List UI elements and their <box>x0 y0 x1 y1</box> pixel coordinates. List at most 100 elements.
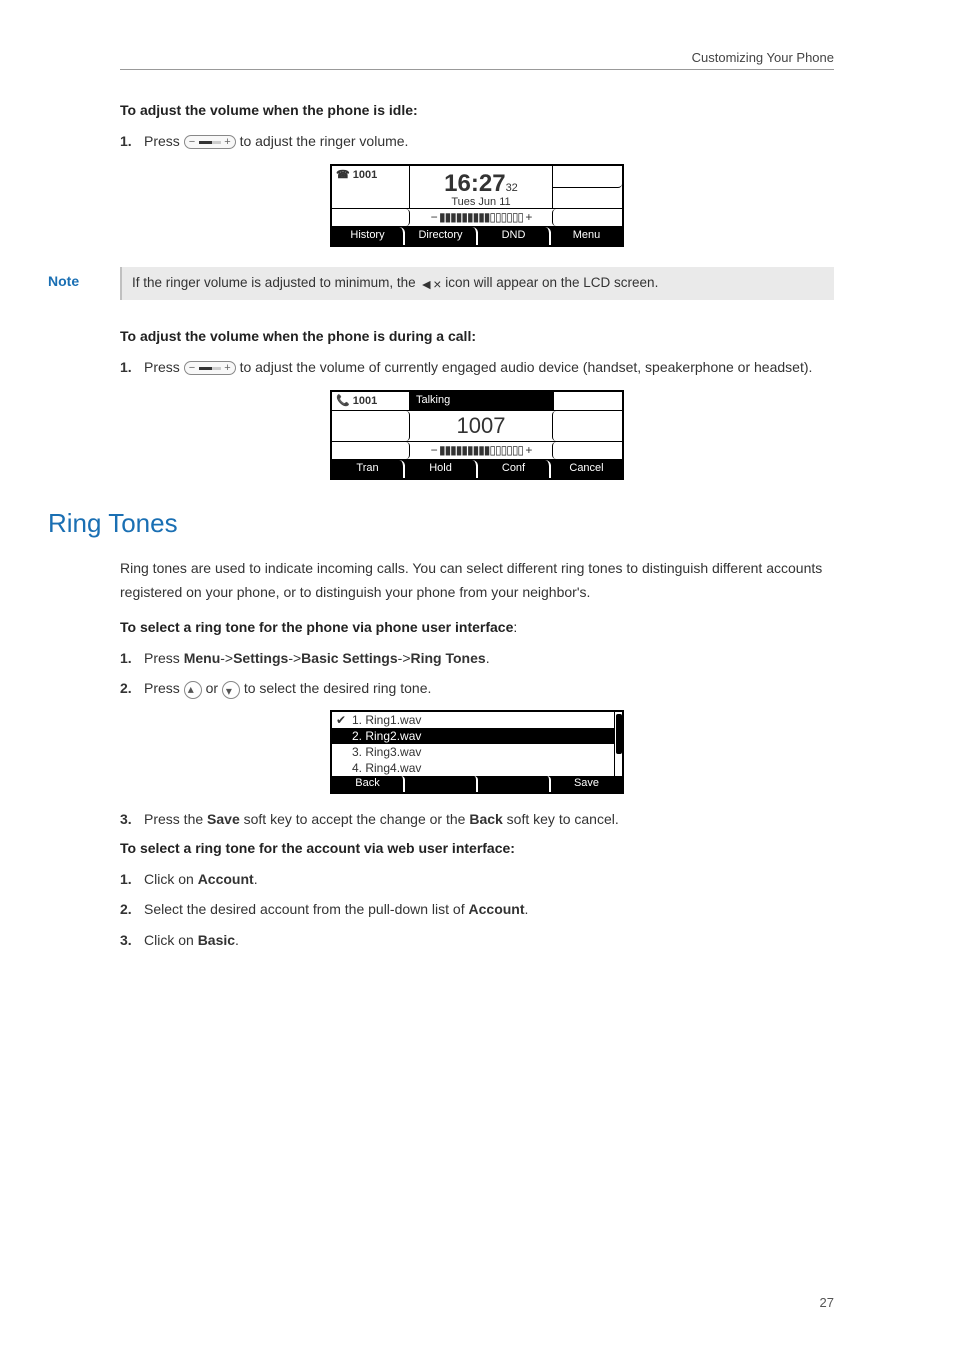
ringtones-intro: Ring tones are used to indicate incoming… <box>120 557 834 605</box>
softkey-save: Save <box>551 776 622 792</box>
list-item-label: 3. Ring3.wav <box>352 745 421 759</box>
note-label: Note <box>48 267 120 299</box>
page-number: 27 <box>820 1295 834 1310</box>
softkey-menu: Menu <box>551 227 622 245</box>
text-post: to select the desired ring tone. <box>244 680 432 696</box>
lcd-linekey <box>553 392 622 410</box>
volume-key-icon <box>184 135 236 149</box>
text-post: to adjust the volume of currently engage… <box>240 359 813 375</box>
heading-text: To select a ring tone for the phone via … <box>120 619 513 635</box>
step-number: 1. <box>120 130 144 152</box>
step-number: 2. <box>120 677 144 699</box>
softkey-history: History <box>332 227 405 245</box>
lcd-volume-bar: − ▮▮▮▮▮▮▮▮▮▯▯▯▯▯▯ + <box>410 442 552 459</box>
ringtones-label: Ring Tones <box>411 650 486 666</box>
text-post: to adjust the ringer volume. <box>240 133 409 149</box>
step-text: Click on Account. <box>144 868 834 890</box>
arrow: -> <box>288 650 301 666</box>
step-text: Select the desired account from the pull… <box>144 898 834 920</box>
arrow: -> <box>220 650 233 666</box>
step-text: Press Menu->Settings->Basic Settings->Ri… <box>144 647 834 669</box>
arrow: -> <box>398 650 411 666</box>
ringtone-lcd-screenshot: ✔ 1. Ring1.wav 2. Ring2.wav 3. Ring3.wav… <box>330 710 624 794</box>
step-number: 1. <box>120 647 144 669</box>
softkey-empty <box>405 776 478 792</box>
softkey-conf: Conf <box>478 460 551 478</box>
list-item-label: 1. Ring1.wav <box>352 713 421 727</box>
softkey-empty <box>478 776 551 792</box>
softkey-hold: Hold <box>405 460 478 478</box>
rt-step-1: 1. Press Menu->Settings->Basic Settings-… <box>120 647 834 669</box>
list-item: 4. Ring4.wav <box>332 760 614 776</box>
text-pre: Press <box>144 133 184 149</box>
lcd-linekey <box>552 209 622 226</box>
time-value: 16:27 <box>444 170 505 197</box>
note-text-post: icon will appear on the LCD screen. <box>445 275 658 290</box>
text-pre: Press <box>144 650 184 666</box>
text-post: soft key to cancel. <box>503 811 619 827</box>
text-pre: Select the desired account from the pull… <box>144 901 469 917</box>
lcd-linekey <box>332 442 410 459</box>
step-number: 1. <box>120 356 144 378</box>
lcd-status: Talking <box>410 392 552 410</box>
lcd-account: ☎ 1001 <box>332 166 410 208</box>
list-item-label: 4. Ring4.wav <box>352 761 421 775</box>
basic-settings-label: Basic Settings <box>301 650 397 666</box>
web-step-2: 2. Select the desired account from the p… <box>120 898 834 920</box>
call-step-1: 1. Press to adjust the volume of current… <box>120 356 834 378</box>
down-key-icon <box>222 681 240 699</box>
volume-key-icon <box>184 361 236 375</box>
rt-step-3: 3. Press the Save soft key to accept the… <box>120 808 834 830</box>
ringtones-title: Ring Tones <box>48 508 834 539</box>
period: . <box>254 871 258 887</box>
note-body: If the ringer volume is adjusted to mini… <box>120 267 834 299</box>
menu-label: Menu <box>184 650 221 666</box>
or-text: or <box>206 680 222 696</box>
list-item: ✔ 1. Ring1.wav <box>332 712 614 728</box>
softkey-directory: Directory <box>405 227 478 245</box>
step-text: Press to adjust the volume of currently … <box>144 356 834 378</box>
account-label: Account <box>469 901 525 917</box>
softkey-tran: Tran <box>332 460 405 478</box>
step-text: Press to adjust the ringer volume. <box>144 130 834 152</box>
call-lcd-screenshot: 📞 1001 Talking 1007 − ▮▮▮▮▮▮▮▮▮▯▯▯▯▯▯ + … <box>330 390 624 480</box>
step-text: Press or to select the desired ring tone… <box>144 677 834 699</box>
basic-label: Basic <box>198 932 235 948</box>
softkey-cancel: Cancel <box>551 460 622 478</box>
lcd-linekey <box>332 411 410 441</box>
note-text-pre: If the ringer volume is adjusted to mini… <box>132 275 419 290</box>
period: . <box>486 650 490 666</box>
text-pre: Press the <box>144 811 207 827</box>
lcd-account: 📞 1001 <box>332 392 410 410</box>
idle-step-1: 1. Press to adjust the ringer volume. <box>120 130 834 152</box>
softkey-dnd: DND <box>478 227 551 245</box>
back-label: Back <box>469 811 502 827</box>
check-icon: ✔ <box>336 713 352 727</box>
save-label: Save <box>207 811 240 827</box>
web-step-1: 1. Click on Account. <box>120 868 834 890</box>
heading-colon: : <box>513 619 517 635</box>
rt-step-2: 2. Press or to select the desired ring t… <box>120 677 834 699</box>
period: . <box>235 932 239 948</box>
text-pre: Click on <box>144 932 198 948</box>
step-text: Press the Save soft key to accept the ch… <box>144 808 834 830</box>
mute-icon: ◄× <box>419 276 441 292</box>
list-item: 2. Ring2.wav <box>332 728 614 744</box>
up-key-icon <box>184 681 202 699</box>
lcd-time: 16:2732 <box>410 170 552 198</box>
idle-lcd-screenshot: ☎ 1001 16:2732 Tues Jun 11 − ▮▮▮▮▮▮▮▮▮▯▯… <box>330 164 624 247</box>
step-text: Click on Basic. <box>144 929 834 951</box>
lcd-linekey <box>552 166 622 188</box>
text-mid: soft key to accept the change or the <box>240 811 470 827</box>
lcd-date: Tues Jun 11 <box>410 196 552 208</box>
scrollbar <box>614 712 622 776</box>
period: . <box>525 901 529 917</box>
lcd-linekey <box>332 209 410 226</box>
note-callout: Note If the ringer volume is adjusted to… <box>48 267 834 299</box>
idle-volume-heading: To adjust the volume when the phone is i… <box>120 102 834 118</box>
step-number: 2. <box>120 898 144 920</box>
header-divider <box>120 69 834 70</box>
ringtones-web-heading: To select a ring tone for the account vi… <box>120 840 834 856</box>
lcd-volume-bar: − ▮▮▮▮▮▮▮▮▮▯▯▯▯▯▯ + <box>410 209 552 226</box>
list-item: 3. Ring3.wav <box>332 744 614 760</box>
